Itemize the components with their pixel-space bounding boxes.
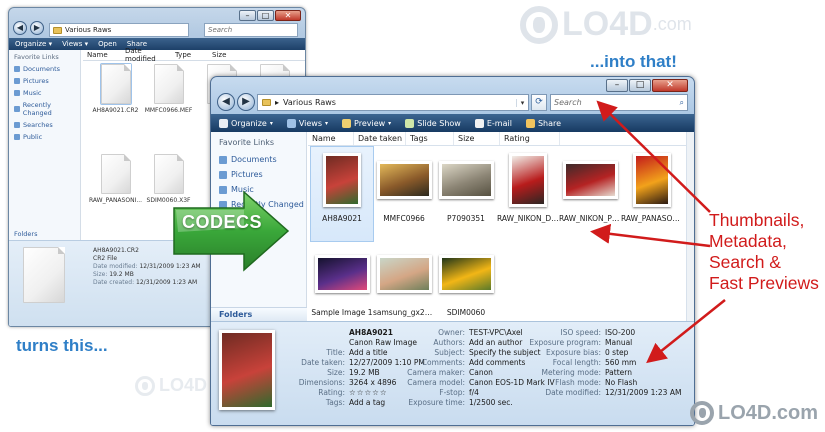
lo4d-watermark-bottom: LO4D .com [690,401,818,425]
watermark-brand: LO4D [718,401,772,424]
watermark-suffix: .com [771,401,819,424]
lo4d-logo-icon [690,401,714,425]
arrow-to-thumbnails [590,223,711,248]
arrow-to-metadata [646,299,726,364]
arrow-to-search [596,100,711,213]
callout-arrows [590,100,726,364]
